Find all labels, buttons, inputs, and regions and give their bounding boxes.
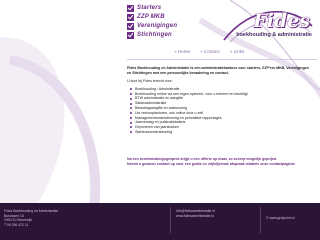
footer-company: Fides Boekhouding en Administratie	[4, 209, 59, 213]
closing-line-2: Neemt u gewoon contact op voor een grati…	[127, 161, 295, 166]
nav-item-stichtingen[interactable]: Stichtingen	[127, 31, 177, 39]
link-home[interactable]: » Home	[174, 49, 190, 54]
service-nav: Starters ZZP MKB Verenigingen Stichtinge…	[127, 4, 177, 40]
checkbox-icon	[127, 31, 134, 39]
footer-phone: T 06 296 472 11	[4, 222, 29, 227]
services-list: Boekhouding / Administratie Boekhouding …	[127, 87, 312, 135]
nav-item-starters[interactable]: Starters	[127, 4, 177, 12]
footer-divider	[170, 207, 171, 233]
link-contact[interactable]: » Contact	[200, 49, 220, 54]
divider	[127, 59, 317, 60]
nav-item-label: Starters	[137, 5, 162, 11]
footer-credit[interactable]: © www.grafpoint.nl	[266, 216, 294, 221]
footer-email[interactable]: info@fidesadministratie.nl	[176, 209, 215, 214]
logo[interactable]: Fides boekhouding & administratie	[222, 10, 314, 44]
nav-item-zzp-mkb[interactable]: ZZP MKB	[127, 13, 177, 21]
logo-tagline: boekhouding & administratie	[236, 32, 312, 38]
page: Starters ZZP MKB Verenigingen Stichtinge…	[0, 0, 320, 240]
footer: Fides Boekhouding en Administratie Bosha…	[0, 203, 320, 240]
checkbox-icon	[127, 13, 134, 21]
nav-item-verenigingen[interactable]: Verenigingen	[127, 22, 177, 30]
top-links: » Home » Contact » Links	[174, 49, 244, 54]
nav-item-label: Stichtingen	[137, 32, 172, 38]
footer-address: Fides Boekhouding en Administratie Bosha…	[4, 209, 58, 227]
main-content: Fides Boekhouding en Administratie is ee…	[127, 66, 312, 139]
footer-divider	[260, 207, 261, 233]
footer-website[interactable]: www.fidesadministratie.nl	[176, 214, 215, 219]
list-item: Starterszondersteuning	[130, 130, 312, 135]
checkbox-icon	[127, 22, 134, 30]
intro-text: Fides Boekhouding en Administratie is ee…	[127, 66, 309, 75]
offer-intro: U kunt bij Fides terecht voor:	[127, 78, 173, 83]
closing-text: Na een kennismakingsgesprek krijgt u een…	[127, 157, 312, 167]
logo-name: Fides	[253, 10, 310, 32]
link-links[interactable]: » Links	[230, 49, 245, 54]
nav-item-label: ZZP MKB	[137, 14, 165, 20]
nav-item-label: Verenigingen	[137, 23, 178, 29]
footer-contact: info@fidesadministratie.nl www.fidesadmi…	[176, 209, 215, 218]
checkbox-icon	[127, 4, 134, 12]
